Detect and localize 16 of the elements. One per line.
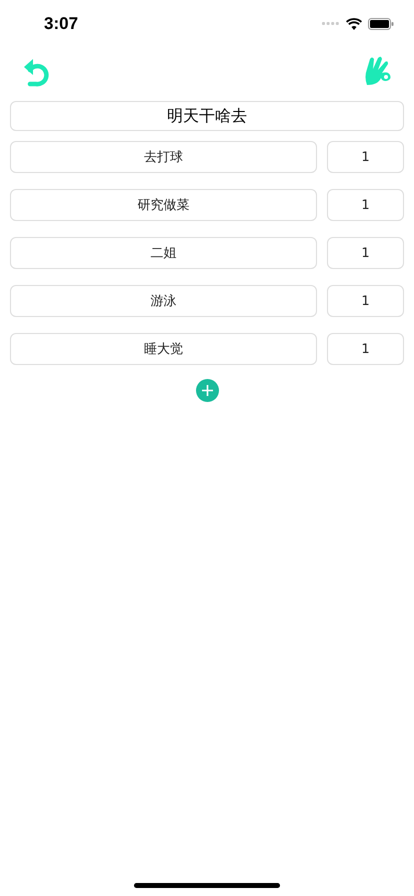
status-time: 3:07 (44, 14, 78, 34)
item-name-field[interactable]: 研究做菜 (10, 189, 317, 221)
count-field[interactable]: 1 (327, 237, 404, 269)
count-field[interactable]: 1 (327, 189, 404, 221)
title-field[interactable]: 明天干啥去 (10, 101, 404, 131)
item-name-field[interactable]: 游泳 (10, 285, 317, 317)
count-field[interactable]: 1 (327, 285, 404, 317)
item-name-field[interactable]: 睡大觉 (10, 333, 317, 365)
item-name-field[interactable]: 二姐 (10, 237, 317, 269)
item-name-field[interactable]: 去打球 (10, 141, 317, 173)
add-icon[interactable] (196, 379, 218, 402)
wifi-icon (346, 18, 362, 30)
count-field[interactable]: 1 (327, 141, 404, 173)
count-field[interactable]: 1 (327, 333, 404, 365)
battery-icon (368, 18, 394, 30)
signal-icon (322, 22, 340, 26)
